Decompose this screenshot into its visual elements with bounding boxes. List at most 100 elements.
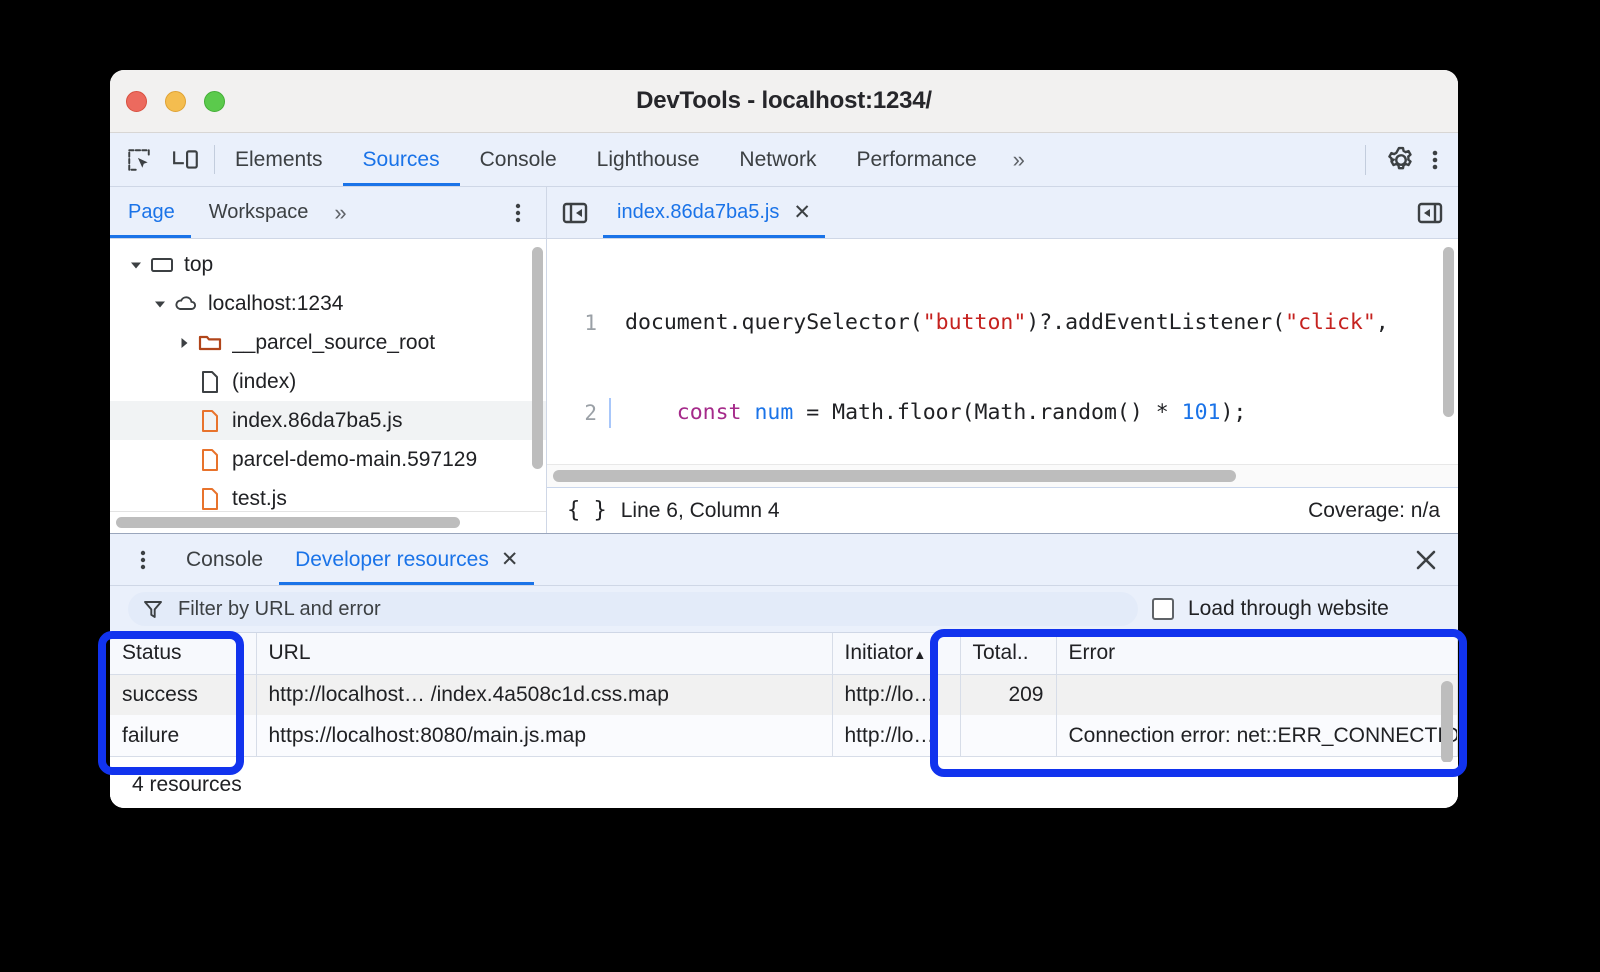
devtools-window: DevTools - localhost:1234/ Elements Sour…: [110, 70, 1458, 808]
load-through-website-checkbox[interactable]: Load through website: [1152, 597, 1389, 621]
navtab-page-label: Page: [128, 201, 175, 224]
table-row[interactable]: failure https://localhost:8080/main.js.m…: [110, 715, 1458, 756]
pretty-print-icon[interactable]: { }: [567, 498, 607, 523]
tree-item-localhost[interactable]: localhost:1234: [110, 284, 546, 323]
tab-sources-label: Sources: [363, 148, 440, 172]
code-vertical-scrollbar[interactable]: [1443, 247, 1454, 417]
tab-network[interactable]: Network: [719, 133, 836, 186]
code-horizontal-scrollbar[interactable]: [553, 470, 1236, 482]
navigator-more-icon[interactable]: [490, 187, 546, 238]
navtab-page[interactable]: Page: [110, 187, 191, 238]
resources-table: Status URL Initiator▲ Total.. Error succ…: [110, 633, 1458, 756]
code-token: document.querySelector(: [625, 310, 923, 335]
tab-elements[interactable]: Elements: [215, 133, 343, 186]
tree-item-index-js[interactable]: index.86da7ba5.js: [110, 401, 546, 440]
chevron-right-icon[interactable]: [176, 335, 192, 351]
column-header-status[interactable]: Status: [110, 633, 256, 674]
column-header-error[interactable]: Error: [1056, 633, 1458, 674]
tab-elements-label: Elements: [235, 148, 323, 172]
devtools-drawer: Console Developer resources ✕ Filter by …: [110, 533, 1458, 808]
drawer-tab-developer-resources[interactable]: Developer resources ✕: [279, 534, 534, 585]
fold-gutter: [609, 398, 625, 428]
tree-item-localhost-label: localhost:1234: [208, 292, 343, 316]
device-toolbar-icon[interactable]: [172, 147, 200, 173]
file-tree[interactable]: top localhost:1234: [110, 239, 546, 511]
inspect-element-icon[interactable]: [126, 147, 152, 173]
document-icon: [197, 369, 223, 395]
tab-performance[interactable]: Performance: [836, 133, 996, 186]
close-window-button[interactable]: [126, 91, 147, 112]
code-number-token: 101: [1182, 400, 1221, 425]
tab-sources[interactable]: Sources: [343, 133, 460, 186]
code-line-1: 1 document.querySelector("button")?.addE…: [547, 308, 1458, 338]
file-tree-horizontal-scrollbar-track[interactable]: [110, 511, 546, 533]
navtab-workspace[interactable]: Workspace: [191, 187, 325, 238]
js-file-icon: [197, 408, 223, 434]
column-header-url[interactable]: URL: [256, 633, 832, 674]
cell-initiator: http://lo…: [832, 674, 960, 715]
window-title: DevTools - localhost:1234/: [110, 87, 1458, 115]
file-tree-horizontal-scrollbar[interactable]: [116, 517, 460, 528]
code-editor[interactable]: 1 document.querySelector("button")?.addE…: [547, 239, 1458, 464]
chevron-down-icon[interactable]: [128, 257, 144, 273]
tree-item-index-document[interactable]: (index): [110, 362, 546, 401]
drawer-close-icon[interactable]: [1394, 534, 1458, 585]
editor-file-tab[interactable]: index.86da7ba5.js ✕: [603, 187, 825, 238]
load-through-website-label: Load through website: [1188, 597, 1389, 621]
source-editor-pane: index.86da7ba5.js ✕ 1 document: [547, 187, 1458, 533]
chevron-down-icon[interactable]: [152, 296, 168, 312]
column-header-initiator[interactable]: Initiator▲: [832, 633, 960, 674]
chevron-double-right-icon[interactable]: »: [997, 133, 1038, 186]
drawer-more-icon[interactable]: [110, 534, 170, 585]
developer-resources-table[interactable]: Status URL Initiator▲ Total.. Error succ…: [110, 633, 1458, 762]
checkbox-box[interactable]: [1152, 598, 1174, 620]
tree-item-top[interactable]: top: [110, 245, 546, 284]
sources-navigator: Page Workspace »: [110, 187, 547, 533]
maximize-window-button[interactable]: [204, 91, 225, 112]
tree-item-parcel-source-root[interactable]: __parcel_source_root: [110, 323, 546, 362]
collapse-panel-icon[interactable]: [1402, 187, 1458, 238]
code-string-token: "click": [1285, 310, 1376, 335]
table-header: Status URL Initiator▲ Total.. Error: [110, 633, 1458, 674]
js-file-icon: [197, 486, 223, 512]
table-row[interactable]: success http://localhost… /index.4a508c1…: [110, 674, 1458, 715]
tree-item-index-js-label: index.86da7ba5.js: [232, 409, 402, 433]
file-tree-vertical-scrollbar[interactable]: [532, 247, 543, 469]
code-text: document.querySelector("button")?.addEve…: [625, 308, 1389, 338]
tree-item-parcel-source-root-label: __parcel_source_root: [232, 331, 435, 355]
cell-url: https://localhost:8080/main.js.map: [256, 715, 832, 756]
minimize-window-button[interactable]: [165, 91, 186, 112]
code-variable-token: num: [742, 400, 794, 425]
filter-input[interactable]: Filter by URL and error: [128, 592, 1138, 626]
navigator-overflow-icon[interactable]: »: [324, 187, 353, 238]
code-token: ,: [1376, 310, 1389, 335]
tree-item-parcel-demo-main[interactable]: parcel-demo-main.597129: [110, 440, 546, 479]
drawer-tab-console[interactable]: Console: [170, 534, 279, 585]
collapse-sidebar-icon[interactable]: [547, 187, 603, 238]
column-header-total[interactable]: Total..: [960, 633, 1056, 674]
tree-item-top-label: top: [184, 253, 213, 277]
code-horizontal-scrollbar-track[interactable]: [547, 464, 1458, 487]
panel-overflow-label: »: [1013, 147, 1022, 173]
window-titlebar: DevTools - localhost:1234/: [110, 70, 1458, 133]
tab-network-label: Network: [739, 148, 816, 172]
filter-icon: [142, 598, 164, 620]
tab-lighthouse-label: Lighthouse: [597, 148, 700, 172]
code-keyword-token: const: [677, 400, 742, 425]
toolbar-divider-right: [1365, 145, 1366, 175]
tab-lighthouse[interactable]: Lighthouse: [577, 133, 720, 186]
drawer-tab-developer-resources-label: Developer resources: [295, 548, 489, 572]
gear-icon[interactable]: [1386, 145, 1416, 175]
code-token: = Math.floor(Math.random() *: [793, 400, 1181, 425]
more-vertical-icon[interactable]: [1422, 145, 1448, 175]
tab-console[interactable]: Console: [460, 133, 577, 186]
drawer-tab-close-icon[interactable]: ✕: [501, 549, 519, 570]
editor-file-tab-close-icon[interactable]: ✕: [793, 202, 811, 223]
tree-item-test-js[interactable]: test.js: [110, 479, 546, 511]
tree-item-index-document-label: (index): [232, 370, 296, 394]
tree-item-parcel-demo-main-label: parcel-demo-main.597129: [232, 448, 477, 472]
drawer-filter-bar: Filter by URL and error Load through web…: [110, 586, 1458, 633]
navtab-workspace-label: Workspace: [209, 201, 309, 224]
table-vertical-scrollbar[interactable]: [1441, 681, 1453, 762]
folder-icon: [197, 330, 223, 356]
